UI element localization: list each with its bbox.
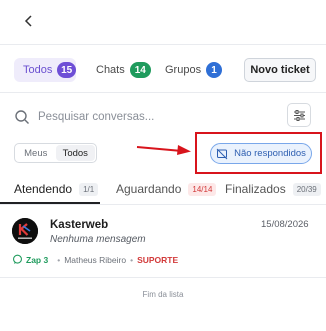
whatsapp-icon (13, 254, 22, 264)
tab-aguardando-badge: 14/14 (188, 182, 217, 196)
list-end-label: Fim da lista (142, 290, 184, 299)
ticket-list-item[interactable]: Kasterweb 15/08/2026 Nenhuma mensagem Za… (0, 209, 326, 277)
tab-atendendo-badge: 1/1 (79, 182, 99, 196)
unanswered-filter-label: Não respondidos (234, 148, 306, 159)
annotation-arrow (136, 145, 191, 155)
tab-atendendo-label: Atendendo (14, 182, 73, 196)
filter-grupos-count: 1 (206, 62, 223, 78)
tab-aguardando[interactable]: Aguardando 14/14 (116, 182, 217, 196)
tabs-divider (0, 204, 326, 205)
kasterweb-logo-icon (12, 218, 38, 244)
meta-separator: • (57, 254, 61, 265)
message-off-icon (216, 148, 228, 159)
contact-name: Kasterweb (50, 219, 109, 231)
tab-aguardando-label: Aguardando (116, 182, 182, 196)
tab-finalizados-badge: 20/39 (292, 182, 321, 196)
conversation-filter-bar: Todos 15 Chats 14 Grupos 1 Novo ticket (14, 58, 316, 82)
back-button[interactable] (18, 10, 40, 32)
chevron-left-icon (24, 15, 32, 27)
search-input[interactable] (38, 111, 258, 123)
filter-chats-count: 14 (129, 62, 151, 78)
filter-todos-count: 15 (57, 62, 76, 78)
header-divider (0, 44, 326, 45)
unanswered-filter-button[interactable]: Não respondidos (210, 143, 312, 164)
filters-divider (0, 92, 326, 93)
new-ticket-button[interactable]: Novo ticket (244, 58, 316, 82)
scope-toggle: Meus Todos (14, 143, 97, 163)
sliders-icon (293, 109, 305, 121)
tab-atendendo[interactable]: Atendendo 1/1 (14, 182, 99, 196)
meta-separator: • (130, 254, 134, 265)
list-divider (0, 277, 326, 278)
filter-chats[interactable]: Chats 14 (90, 58, 151, 82)
filter-grupos-label: Grupos (165, 64, 202, 76)
filter-grupos[interactable]: Grupos 1 (159, 58, 223, 82)
last-message: Nenhuma mensagem (50, 234, 146, 245)
connection-name: Zap 3 (26, 254, 49, 265)
agent-name: Matheus Ribeiro (64, 254, 127, 265)
ticket-date: 15/08/2026 (261, 219, 309, 230)
advanced-filter-button[interactable] (287, 103, 311, 127)
scope-meus[interactable]: Meus (16, 145, 56, 161)
filter-todos[interactable]: Todos 15 (14, 58, 76, 82)
filter-todos-label: Todos (23, 64, 53, 76)
avatar (12, 218, 38, 244)
queue-name: SUPORTE (137, 254, 179, 265)
tab-finalizados[interactable]: Finalizados 20/39 (225, 182, 321, 196)
ticket-meta: Zap 3 • Matheus Ribeiro • SUPORTE (12, 254, 178, 265)
scope-todos[interactable]: Todos (55, 145, 95, 161)
filter-chats-label: Chats (96, 64, 125, 76)
search-icon (15, 110, 29, 124)
ticket-status-tabs: Atendendo 1/1 Aguardando 14/14 Finalizad… (0, 178, 326, 204)
search-bar (14, 105, 274, 129)
tab-finalizados-label: Finalizados (225, 182, 286, 196)
